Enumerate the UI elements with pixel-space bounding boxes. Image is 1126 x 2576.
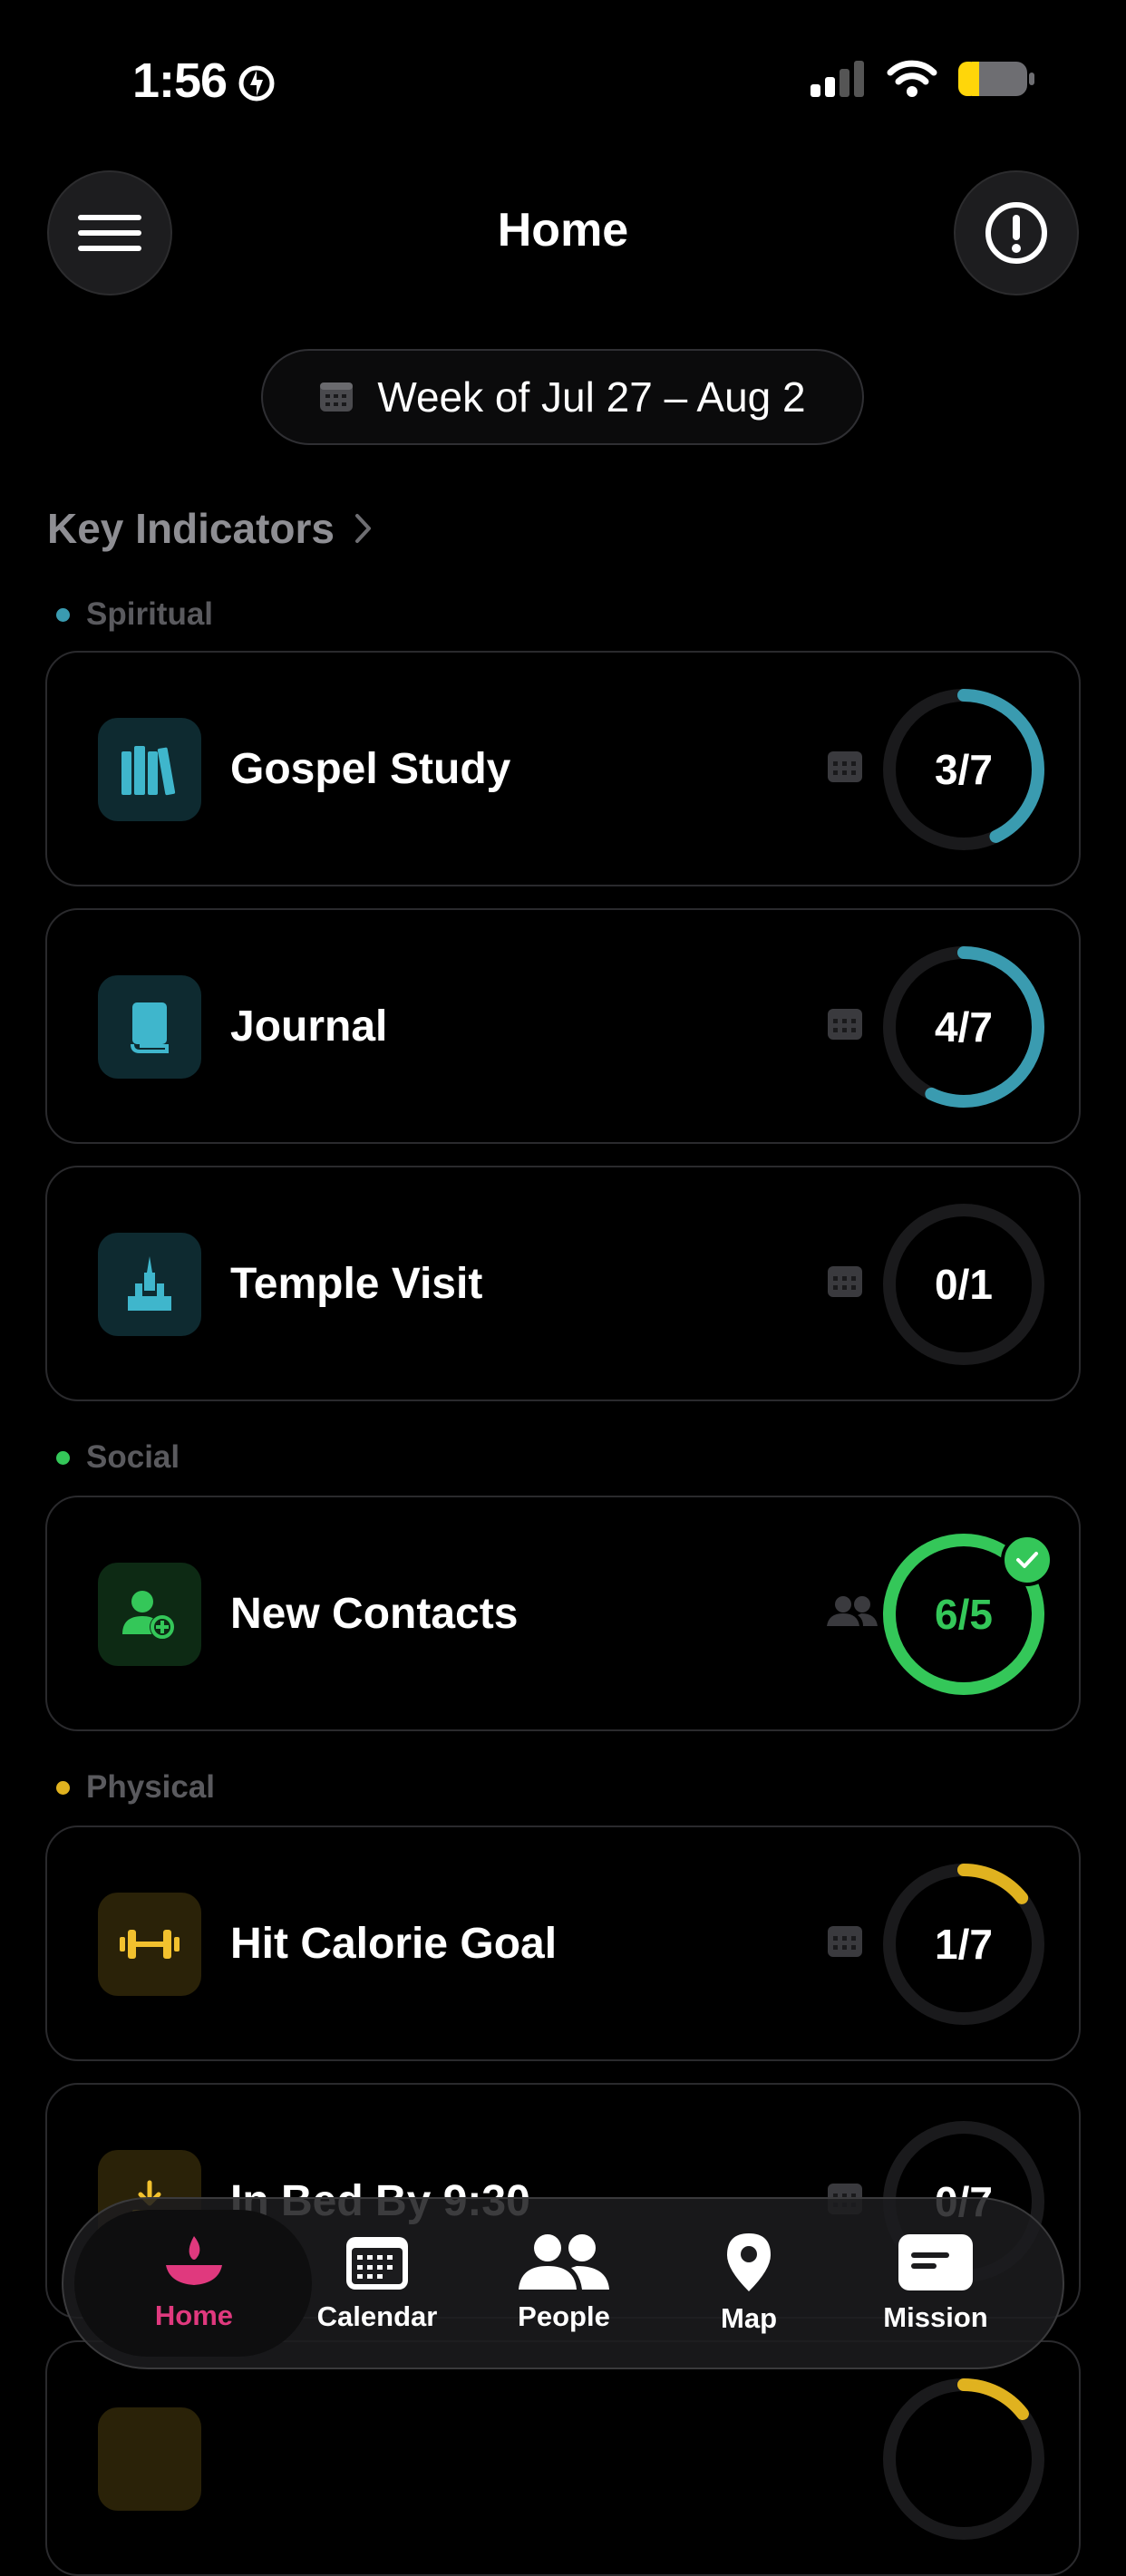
progress-ring: 4/7 bbox=[879, 943, 1048, 1111]
status-icons bbox=[811, 60, 1035, 98]
add-person-icon bbox=[98, 1563, 201, 1666]
indicator-card-temple-visit[interactable]: Temple Visit 0/1 bbox=[45, 1166, 1081, 1401]
week-selector[interactable]: Week of Jul 27 – Aug 2 bbox=[261, 349, 864, 445]
tab-home[interactable]: Home bbox=[103, 2199, 285, 2368]
alert-button[interactable] bbox=[954, 170, 1079, 295]
progress-label: 1/7 bbox=[935, 1921, 993, 1968]
progress-ring bbox=[879, 2375, 1048, 2543]
indicator-card-partial[interactable] bbox=[45, 2340, 1081, 2576]
book-icon bbox=[98, 975, 201, 1079]
indicator-card-new-contacts[interactable]: New Contacts 6/5 bbox=[45, 1496, 1081, 1731]
exclamation-circle-icon bbox=[985, 202, 1047, 264]
tab-people[interactable]: People bbox=[473, 2199, 655, 2368]
group-label-text: Physical bbox=[86, 1769, 216, 1805]
indicator-title: Journal bbox=[230, 1002, 388, 1051]
group-label-text: Spiritual bbox=[86, 596, 214, 632]
group-dot bbox=[56, 1450, 70, 1465]
lamp-icon bbox=[166, 2236, 222, 2285]
group-label-spiritual: Spiritual bbox=[56, 596, 213, 633]
chevron-right-icon bbox=[355, 514, 371, 543]
calendar-icon bbox=[828, 1009, 862, 1040]
key-indicators-link[interactable]: Key Indicators bbox=[47, 504, 373, 553]
indicator-title: Gospel Study bbox=[230, 744, 511, 793]
people-icon bbox=[519, 2234, 609, 2290]
dumbbell-icon bbox=[98, 1893, 201, 1996]
tab-bar: Home Calendar People Map Mission bbox=[62, 2197, 1064, 2369]
tab-label: Home bbox=[154, 2300, 234, 2331]
goal-complete-check-icon bbox=[1001, 1534, 1053, 1586]
indicator-icon bbox=[98, 2407, 201, 2511]
books-icon bbox=[98, 718, 201, 821]
tab-calendar[interactable]: Calendar bbox=[286, 2199, 468, 2368]
week-label: Week of Jul 27 – Aug 2 bbox=[377, 373, 806, 421]
tab-map[interactable]: Map bbox=[658, 2199, 840, 2368]
map-pin-icon bbox=[727, 2233, 771, 2291]
progress-ring: 3/7 bbox=[879, 685, 1048, 854]
group-dot bbox=[56, 1780, 70, 1795]
status-time: 1:56 bbox=[132, 53, 228, 108]
calendar-icon bbox=[828, 1926, 862, 1957]
calendar-icon bbox=[828, 751, 862, 782]
group-label-social: Social bbox=[56, 1439, 180, 1476]
tab-mission[interactable]: Mission bbox=[845, 2199, 1026, 2368]
people-icon bbox=[827, 1596, 878, 1626]
progress-ring: 0/1 bbox=[879, 1200, 1048, 1369]
calendar-icon bbox=[346, 2237, 408, 2290]
progress-label: 0/1 bbox=[935, 1261, 993, 1308]
progress-label: 3/7 bbox=[935, 746, 993, 793]
battery-icon bbox=[958, 62, 1034, 96]
temple-icon bbox=[98, 1233, 201, 1336]
indicator-card-hit-calorie-goal[interactable]: Hit Calorie Goal 1/7 bbox=[45, 1825, 1081, 2061]
group-dot bbox=[56, 607, 70, 622]
indicator-title: New Contacts bbox=[230, 1589, 519, 1638]
calendar-icon bbox=[828, 1266, 862, 1297]
mission-card-icon bbox=[898, 2234, 973, 2290]
progress-label: 4/7 bbox=[935, 1003, 993, 1051]
calendar-icon bbox=[320, 383, 354, 412]
indicator-card-journal[interactable]: Journal 4/7 bbox=[45, 908, 1081, 1144]
signal-icon bbox=[811, 61, 864, 97]
progress-ring: 1/7 bbox=[879, 1860, 1048, 2029]
group-label-text: Social bbox=[86, 1439, 180, 1475]
wifi-icon bbox=[887, 60, 937, 97]
tab-label: Mission bbox=[883, 2301, 988, 2333]
indicator-title: Hit Calorie Goal bbox=[230, 1919, 558, 1968]
section-title: Key Indicators bbox=[47, 505, 335, 552]
indicator-title: Temple Visit bbox=[230, 1259, 483, 1308]
tab-label: Map bbox=[721, 2302, 777, 2334]
indicator-card-gospel-study[interactable]: Gospel Study 3/7 bbox=[45, 651, 1081, 886]
focus-icon bbox=[238, 60, 276, 108]
tab-label: Calendar bbox=[316, 2300, 438, 2332]
group-label-physical: Physical bbox=[56, 1769, 215, 1806]
tab-label: People bbox=[518, 2300, 610, 2332]
